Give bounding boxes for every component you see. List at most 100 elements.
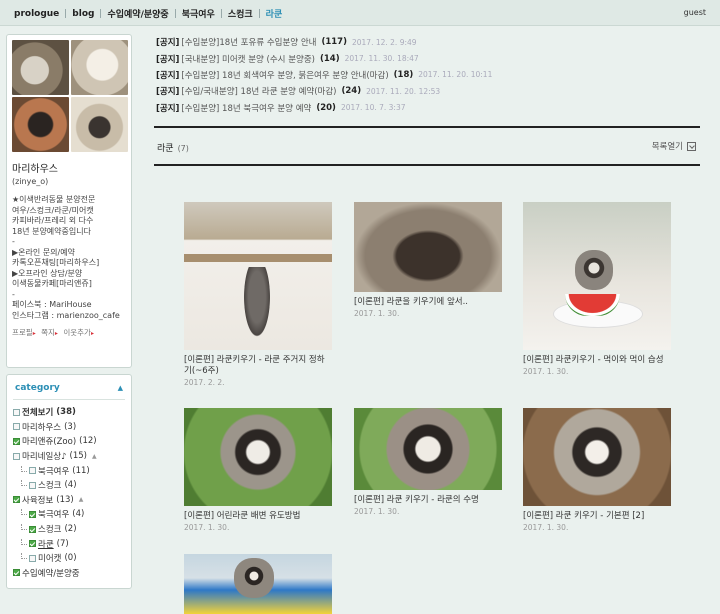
post-title[interactable]: [이론편] 라쿤 키우기 - 기본편 [2] xyxy=(523,511,671,522)
notice-date: 2017. 11. 20. 12:53 xyxy=(366,86,441,96)
notice-item[interactable]: [공지] [수입분양]18년 포유류 수입분양 안내 (117) 2017. 1… xyxy=(156,34,700,50)
nav-raccoon[interactable]: 라쿤 xyxy=(266,7,283,20)
list-open-button[interactable]: 목록열기 xyxy=(652,140,696,152)
expand-triangle-icon[interactable]: ▲ xyxy=(79,496,84,503)
post-title[interactable]: [이론편] 어린라쿤 배변 유도방법 xyxy=(184,511,332,522)
category-label: 마리하우스 xyxy=(22,422,62,433)
message-link[interactable]: 쪽지 xyxy=(41,328,55,337)
category-subitem-skunk[interactable]: 스컹크 (2) xyxy=(13,522,125,537)
category-title: category xyxy=(15,383,60,393)
post-title[interactable]: [이론편] 라쿤키우기 - 라쿤 주거지 정하기(~6주) xyxy=(184,355,332,377)
category-box: category ▲ 전체보기 (38) 마리하우스 (3) 마리앤쥬(Zoo)… xyxy=(6,374,132,589)
category-item-care-info[interactable]: 사육정보 (13) ▲ xyxy=(13,493,125,508)
raccoon-kitchen-thumbnail[interactable] xyxy=(184,202,332,350)
category-label: 라쿤 xyxy=(38,539,54,550)
comment-count[interactable]: (24) xyxy=(341,86,361,96)
category-label: 스컹크 xyxy=(38,481,62,492)
category-item-daily[interactable]: 마리네일상♪ (15) ▲ xyxy=(13,449,125,464)
profile-link[interactable]: 프로필 xyxy=(12,328,33,337)
nav-skunk[interactable]: 스컹크 xyxy=(228,7,253,20)
checkbox-icon xyxy=(29,554,36,562)
category-count: (0) xyxy=(64,553,77,564)
raccoon-ground-thumbnail[interactable] xyxy=(523,408,671,506)
notice-date: 2017. 12. 2. 9:49 xyxy=(351,37,417,47)
notice-title[interactable]: [수입분양] 18년 북극여우 분양 예약 xyxy=(181,102,311,114)
checkbox-checked-icon xyxy=(13,569,20,577)
notice-item[interactable]: [공지] [국내분양] 미어캣 분양 (수시 분양중) (14) 2017. 1… xyxy=(156,50,700,66)
tree-branch-icon xyxy=(21,509,27,516)
blog-name: 마리하우스 xyxy=(12,164,58,175)
post-date: 2017. 1. 30. xyxy=(523,523,569,532)
post-card[interactable]: [이론편] 라쿤 키우기 - 기본편 [2] 2017. 1. 30. xyxy=(523,408,671,532)
post-card[interactable]: [이론편] 라쿤을 키우기에 앞서.. 2017. 1. 30. xyxy=(354,202,502,318)
raccoon-photo-icon xyxy=(71,97,128,152)
current-category: 라쿤 (7) xyxy=(157,141,189,154)
category-label: 미어캣 xyxy=(38,554,62,565)
raccoon-face-thumbnail[interactable] xyxy=(354,408,502,490)
category-subitem-meerkat[interactable]: 미어캣 (0) xyxy=(13,551,125,566)
profile-links: 프로필▸ 쪽지▸ 이웃추가▸ xyxy=(12,327,126,338)
post-card[interactable]: [이론편] 라쿤 키우기 - 라쿤의 수명 2017. 1. 30. xyxy=(354,408,502,516)
category-label: 마리네일상♪ xyxy=(22,452,67,463)
raccoon-standing-thumbnail[interactable] xyxy=(184,408,332,506)
collapse-arrow-icon[interactable]: ▲ xyxy=(118,384,123,392)
notice-item[interactable]: [공지] [수입분양] 18년 북극여우 분양 예약 (20) 2017. 10… xyxy=(156,100,700,116)
category-header[interactable]: category ▲ xyxy=(13,381,125,400)
category-item-all[interactable]: 전체보기 (38) xyxy=(13,405,125,420)
notice-title[interactable]: [수입분양] 18년 회색여우 분양, 붉은여우 분양 안내(마감) xyxy=(181,69,388,81)
notice-date: 2017. 11. 20. 10:11 xyxy=(418,70,493,80)
category-label: 북극여우 xyxy=(38,466,70,477)
category-count: (38) xyxy=(56,407,76,418)
tree-branch-icon xyxy=(21,524,27,531)
post-card[interactable]: [이론편] 어린라쿤 배변 유도방법 2017. 1. 30. xyxy=(184,408,332,532)
category-label: 전체보기 xyxy=(22,408,54,419)
notice-title[interactable]: [수입/국내분양] 18년 라쿤 분양 예약(마감) xyxy=(181,85,336,97)
raccoons-in-tree-thumbnail[interactable] xyxy=(354,202,502,292)
post-date: 2017. 1. 30. xyxy=(184,523,230,532)
post-card[interactable]: [이론편] 라쿤키우기 - 라쿤 주거지 정하기(~6주) 2017. 2. 2… xyxy=(184,202,332,387)
category-subitem-raccoon[interactable]: 라쿤 (7) xyxy=(13,536,125,551)
top-navigation-bar: prologue blog 수입예약/분양중 북극여우 스컹크 라쿤 guest xyxy=(0,0,720,26)
post-card[interactable]: [이론편] 라쿤키우기 - 먹이와 먹이 습성 2017. 1. 30. xyxy=(523,202,671,376)
checkbox-checked-icon xyxy=(29,525,36,533)
checkbox-icon xyxy=(13,408,20,416)
checkbox-checked-icon xyxy=(29,540,36,548)
post-title[interactable]: [이론편] 라쿤 키우기 - 라쿤의 수명 xyxy=(354,495,502,506)
raccoon-shape xyxy=(234,558,274,598)
expand-triangle-icon[interactable]: ▲ xyxy=(92,453,97,460)
nav-import-reservation[interactable]: 수입예약/분양중 xyxy=(107,7,168,20)
post-date: 2017. 1. 30. xyxy=(354,309,400,318)
add-neighbor-link[interactable]: 이웃추가 xyxy=(63,328,91,337)
category-subitem-skunk[interactable]: 스컹크 (4) xyxy=(13,478,125,493)
post-title[interactable]: [이론편] 라쿤키우기 - 먹이와 먹이 습성 xyxy=(523,355,671,366)
comment-count[interactable]: (18) xyxy=(394,70,414,80)
category-item-marihouse[interactable]: 마리하우스 (3) xyxy=(13,420,125,435)
nav-blog[interactable]: blog xyxy=(72,9,94,19)
nav-divider xyxy=(220,9,222,18)
post-title[interactable]: [이론편] 라쿤을 키우기에 앞서.. xyxy=(354,297,502,308)
notice-item[interactable]: [공지] [수입분양] 18년 회색여우 분양, 붉은여우 분양 안내(마감) … xyxy=(156,67,700,83)
category-count: (2) xyxy=(64,524,77,535)
category-subitem-arctic-fox[interactable]: 북극여우 (11) xyxy=(13,463,125,478)
category-label: 마리앤쥬(Zoo) xyxy=(22,437,77,448)
category-item-import-reservation[interactable]: 수입예약/분양중 xyxy=(13,566,125,581)
notice-title[interactable]: [수입분양]18년 포유류 수입분양 안내 xyxy=(181,36,316,48)
category-title-bar: 라쿤 (7) 목록열기 xyxy=(154,126,700,166)
notice-item[interactable]: [공지] [수입/국내분양] 18년 라쿤 분양 예약(마감) (24) 201… xyxy=(156,83,700,99)
notice-tag: [공지] xyxy=(156,70,180,81)
raccoon-watermelon-thumbnail[interactable] xyxy=(523,202,671,350)
raccoon-pool-thumbnail[interactable] xyxy=(184,554,332,614)
category-subitem-arctic-fox[interactable]: 북극여우 (4) xyxy=(13,507,125,522)
dog-photo-icon xyxy=(71,40,128,95)
comment-count[interactable]: (117) xyxy=(321,37,347,47)
post-card[interactable] xyxy=(184,554,332,614)
nav-arctic-fox[interactable]: 북극여우 xyxy=(182,7,215,20)
fox-kit-photo-icon xyxy=(12,97,69,152)
comment-count[interactable]: (14) xyxy=(320,54,340,64)
category-count: (7) xyxy=(56,538,69,549)
category-item-marienzoo[interactable]: 마리앤쥬(Zoo) (12) xyxy=(13,434,125,449)
category-count: (15) xyxy=(69,451,87,462)
notice-title[interactable]: [국내분양] 미어캣 분양 (수시 분양중) xyxy=(181,53,315,65)
nav-prologue[interactable]: prologue xyxy=(14,9,59,19)
comment-count[interactable]: (20) xyxy=(316,103,336,113)
